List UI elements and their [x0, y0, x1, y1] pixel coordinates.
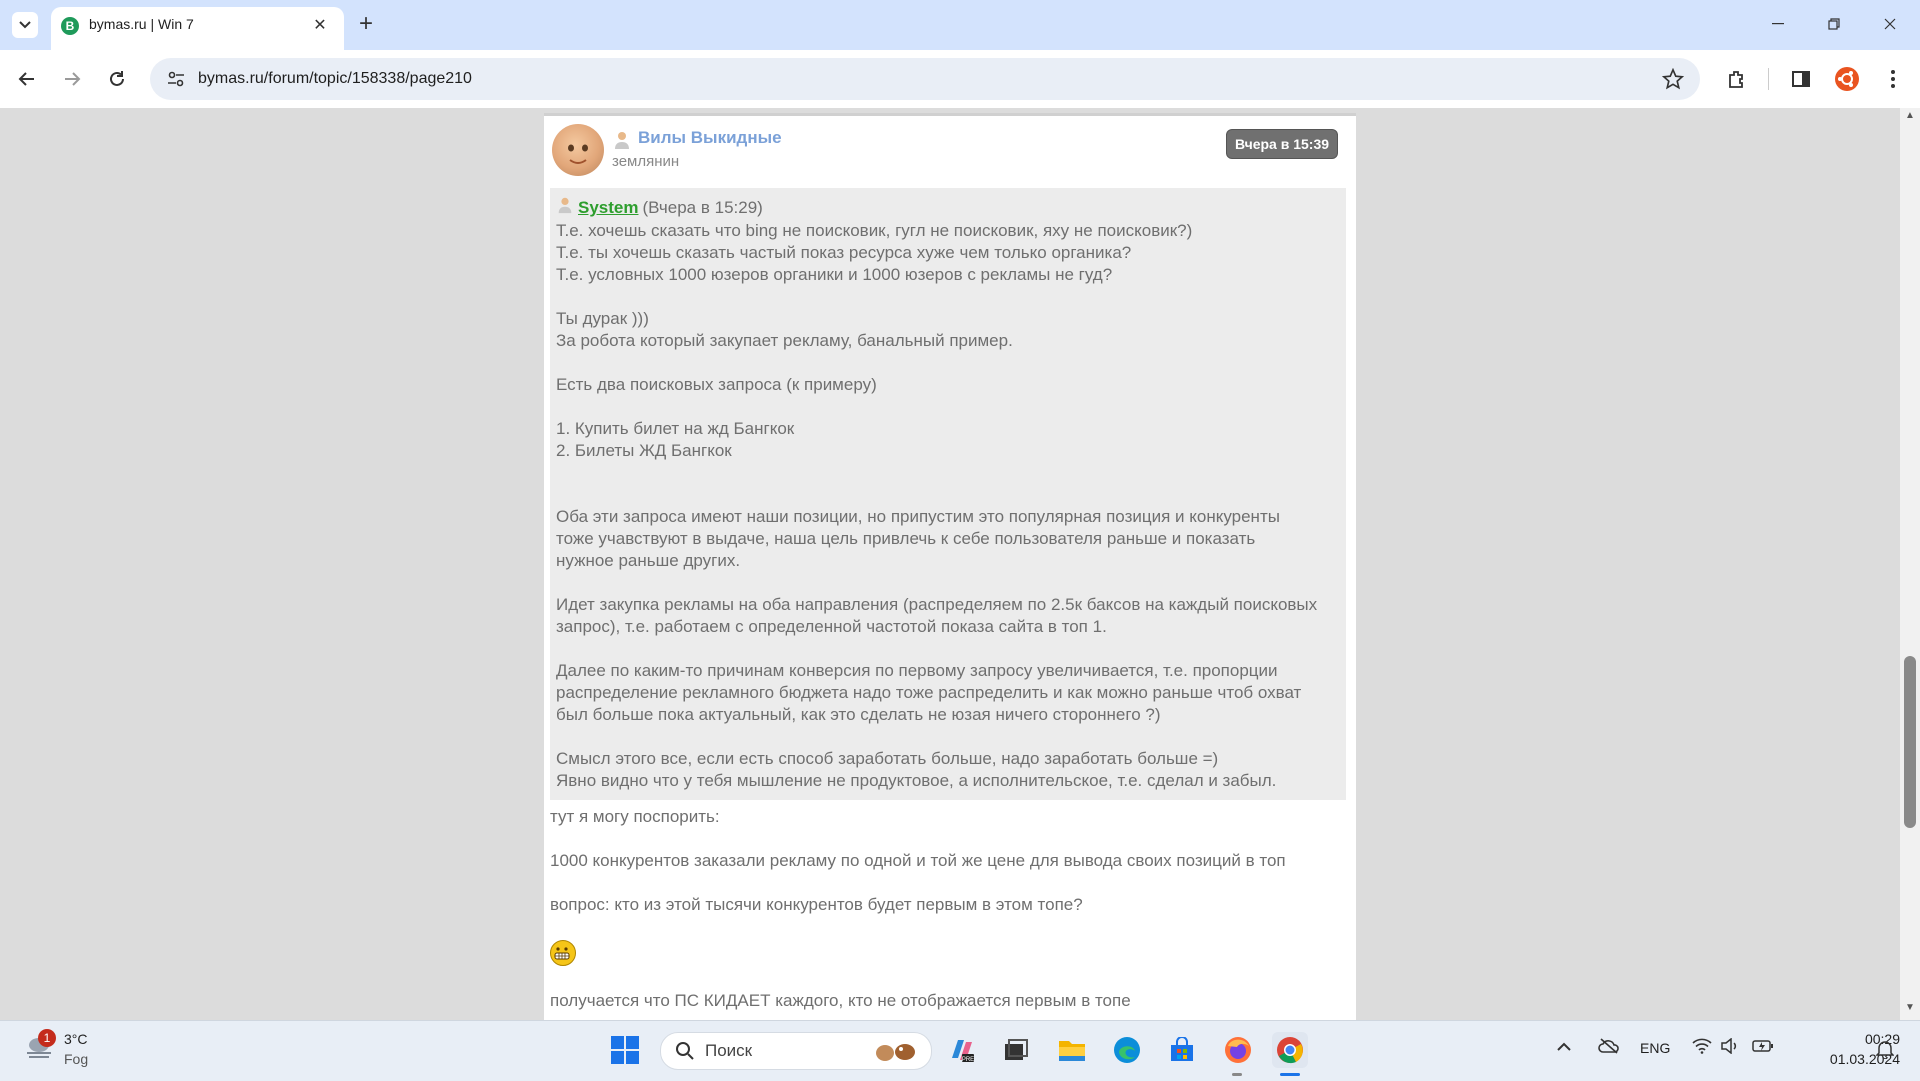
quote-line: нужное раньше других. [556, 551, 741, 570]
firefox-icon[interactable] [1220, 1032, 1256, 1068]
quote-line: Ты дурак ))) [556, 309, 649, 328]
active-indicator [1280, 1073, 1300, 1076]
scroll-down-icon[interactable]: ▼ [1900, 1002, 1920, 1018]
quote-line: Смысл этого все, если есть способ зарабо… [556, 749, 1219, 768]
quote-author-link[interactable]: System [578, 197, 638, 219]
site-info-icon[interactable] [166, 69, 186, 94]
quote-line: Явно видно что у тебя мышление не продук… [556, 771, 1277, 790]
cloud-offline-icon[interactable] [1598, 1037, 1620, 1060]
scroll-up-icon[interactable]: ▲ [1900, 110, 1920, 126]
toolbar-divider [1768, 68, 1769, 90]
file-explorer-icon[interactable] [1054, 1032, 1090, 1068]
reply-line: 1000 конкурентов заказали рекламу по одн… [550, 851, 1286, 870]
quote-date: (Вчера в 15:29) [642, 198, 763, 217]
quote-line [556, 726, 1340, 748]
reload-icon[interactable] [102, 64, 132, 94]
reply-line: вопрос: кто из этой тысячи конкурентов б… [550, 895, 1083, 914]
taskbar-search-input[interactable]: Поиск [660, 1032, 932, 1070]
profile-icon[interactable] [1832, 64, 1862, 94]
svg-text:PRE: PRE [962, 1057, 974, 1063]
taskbar: 1 3°C Fog Поиск PRE ENG 00:29 01.03.2024 [0, 1020, 1920, 1081]
quote-line: Т.е. условных 1000 юзеров органики и 100… [556, 265, 1113, 284]
author-rank: землянин [612, 153, 680, 170]
notification-badge: 1 [38, 1029, 56, 1047]
page-viewport: Вилы Выкидные землянин Вчера в 15:39 Sys… [0, 108, 1900, 1020]
quote-line: тоже учавствуют в выдаче, наша цель прив… [556, 529, 1256, 548]
chevron-up-icon[interactable] [1556, 1039, 1572, 1057]
quote-line: Далее по каким-то причинам конверсия по … [556, 661, 1278, 680]
user-icon [612, 130, 632, 155]
user-icon [556, 196, 574, 220]
quote-line: 1. Купить билет на жд Бангкок [556, 419, 795, 438]
url-text[interactable]: bymas.ru/forum/topic/158338/page210 [198, 70, 472, 88]
quote-line: Идет закупка рекламы на оба направления … [556, 595, 1318, 614]
wifi-icon[interactable] [1692, 1038, 1712, 1059]
battery-icon[interactable] [1752, 1039, 1774, 1058]
window-close-icon[interactable] [1862, 0, 1918, 48]
page-scrollbar[interactable]: ▲ ▼ [1900, 108, 1920, 1020]
quote-line: Т.е. ты хочешь сказать частый показ ресу… [556, 243, 1132, 262]
quote-line [556, 638, 1340, 660]
quote-header: System (Вчера в 15:29) [556, 196, 1340, 220]
scroll-thumb[interactable] [1904, 656, 1916, 828]
quote-line [556, 396, 1340, 418]
notifications-bell-icon[interactable] [1875, 1039, 1895, 1064]
quote-line: распределение рекламного бюджета надо то… [556, 683, 1302, 702]
tab-list-icon[interactable] [12, 12, 38, 38]
quote-block: System (Вчера в 15:29) Т.е. хочешь сказа… [550, 188, 1346, 800]
store-icon[interactable] [1164, 1032, 1200, 1068]
quote-line [556, 352, 1340, 374]
search-icon [675, 1041, 695, 1066]
copilot-icon[interactable]: PRE [944, 1032, 980, 1068]
quote-text: Т.е. хочешь сказать что bing не поискови… [556, 220, 1340, 792]
avatar[interactable] [552, 124, 604, 176]
task-view-icon[interactable] [998, 1032, 1034, 1068]
grimacing-emoji-icon [550, 940, 576, 966]
reply-line: получается что ПС КИДАЕТ каждого, кто не… [550, 991, 1131, 1010]
quote-line: Т.е. хочешь сказать что bing не поискови… [556, 221, 1193, 240]
search-highlight-icon [871, 1039, 921, 1068]
restore-icon[interactable] [1806, 0, 1862, 48]
tab-title: bymas.ru | Win 7 [89, 16, 194, 32]
reply-text: тут я могу поспорить: 1000 конкурентов з… [550, 806, 1346, 1012]
running-indicator [1232, 1073, 1242, 1076]
quote-line [556, 462, 1340, 484]
tab-strip: B bymas.ru | Win 7 ✕ + [0, 0, 1920, 50]
quote-line: 2. Билеты ЖД Бангкок [556, 441, 732, 460]
quote-line [556, 484, 1340, 506]
quote-line: За робота который закупает рекламу, бана… [556, 331, 1013, 350]
weather-description[interactable]: Fog [64, 1051, 88, 1067]
quote-line [556, 286, 1340, 308]
quote-line: Есть два поисковых запроса (к примеру) [556, 375, 877, 394]
quote-line [556, 572, 1340, 594]
site-favicon: B [61, 17, 79, 35]
address-bar[interactable]: bymas.ru/forum/topic/158338/page210 [150, 58, 1700, 100]
back-icon[interactable] [12, 64, 42, 94]
weather-temperature[interactable]: 3°C [64, 1031, 88, 1047]
post-date-badge[interactable]: Вчера в 15:39 [1227, 130, 1338, 158]
sidebar-icon[interactable] [1786, 64, 1816, 94]
edge-icon[interactable] [1109, 1032, 1145, 1068]
minimize-icon[interactable] [1750, 0, 1806, 48]
quote-line: запрос), т.е. работаем с определенной ча… [556, 617, 1107, 636]
extensions-icon[interactable] [1722, 64, 1752, 94]
forward-icon[interactable] [57, 64, 87, 94]
forum-post: Вилы Выкидные землянин Вчера в 15:39 Sys… [544, 113, 1356, 1020]
browser-toolbar: bymas.ru/forum/topic/158338/page210 [0, 50, 1920, 109]
reply-line: тут я могу поспорить: [550, 807, 720, 826]
menu-icon[interactable] [1878, 64, 1908, 94]
quote-line: Оба эти запроса имеют наши позиции, но п… [556, 507, 1280, 526]
plus-icon[interactable]: + [352, 11, 380, 39]
language-indicator[interactable]: ENG [1640, 1040, 1670, 1056]
volume-icon[interactable] [1720, 1037, 1740, 1059]
chrome-icon[interactable] [1272, 1032, 1308, 1068]
search-placeholder: Поиск [705, 1041, 753, 1060]
star-icon[interactable] [1661, 67, 1685, 95]
windows-start-icon[interactable] [610, 1035, 640, 1065]
close-icon[interactable]: ✕ [309, 15, 331, 37]
quote-line: был больше пока актуальный, как это сдел… [556, 705, 1161, 724]
author-name[interactable]: Вилы Выкидные [638, 128, 782, 148]
active-tab[interactable]: B bymas.ru | Win 7 ✕ [51, 7, 344, 50]
